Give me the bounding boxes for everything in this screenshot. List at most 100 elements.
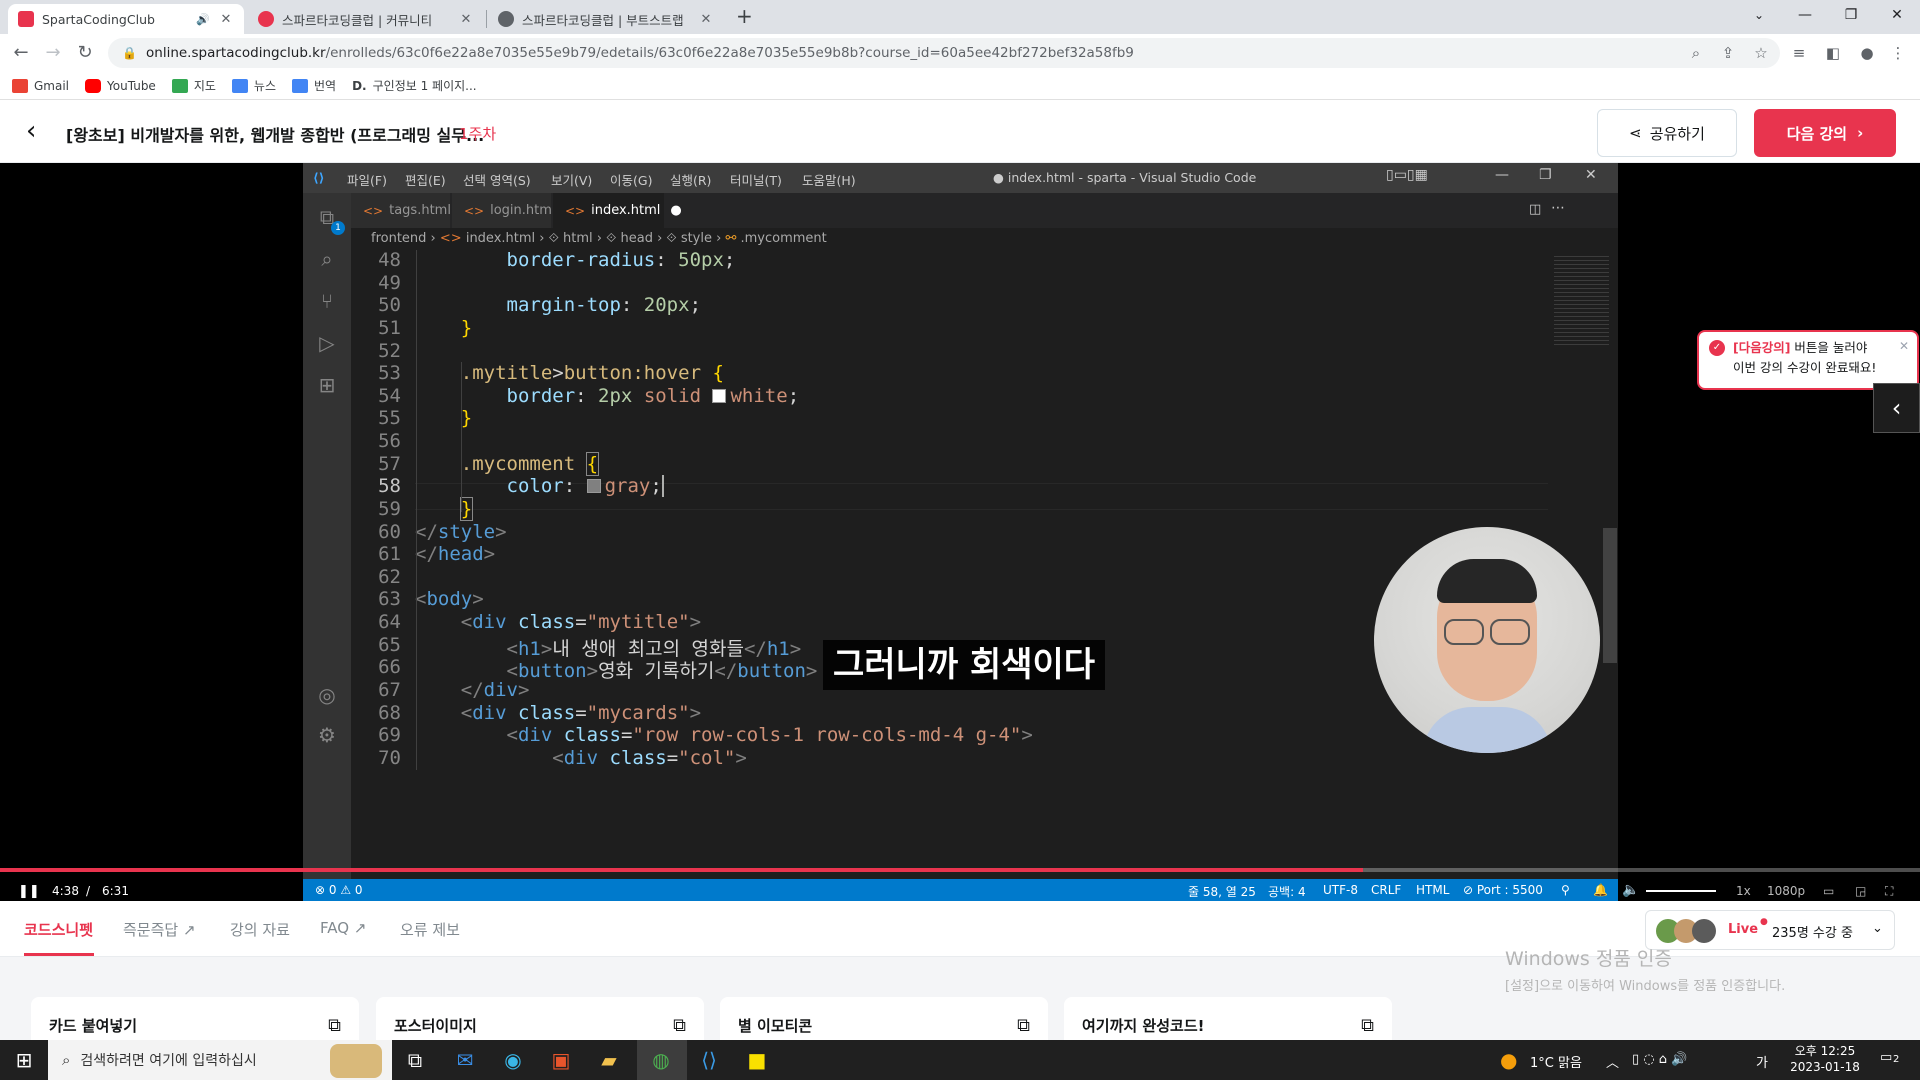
search-icon: ⌕ — [62, 1051, 71, 1069]
code-line: } — [459, 497, 474, 521]
bookmark-maps[interactable]: 지도 — [171, 77, 216, 94]
side-panel-icon[interactable]: ◧ — [1823, 43, 1843, 63]
tab-materials[interactable]: 강의 자료 — [230, 919, 290, 940]
mail-icon[interactable]: ✉ — [450, 1046, 480, 1074]
close-tab-icon[interactable]: ✕ — [458, 12, 474, 27]
viewer-avatars — [1656, 919, 1722, 943]
clock[interactable]: 오후 12:25 2023-01-18 — [1785, 1043, 1865, 1075]
color-swatch-white — [712, 389, 727, 403]
tab-qna[interactable]: 즉문즉답 ↗ — [123, 919, 196, 940]
address-bar[interactable]: 🔒 online.spartacodingclub.kr/enrolleds/6… — [108, 38, 1780, 68]
browser-tab-community[interactable]: 스파르타코딩클럽 | 커뮤니티 ✕ — [248, 4, 484, 34]
taskbar-search-box[interactable]: ⌕ 검색하려면 여기에 입력하십시 — [48, 1040, 392, 1080]
show-hidden-icons-icon[interactable]: ︿ — [1606, 1052, 1619, 1071]
close-tooltip-icon[interactable]: ✕ — [1899, 336, 1909, 356]
next-lecture-button[interactable]: 다음 강의 › — [1754, 109, 1896, 157]
tab-report-error[interactable]: 오류 제보 — [400, 919, 460, 940]
copy-icon[interactable]: ⧉ — [1017, 1015, 1030, 1036]
editor-tab-index: <> index.html ● — [553, 193, 682, 228]
code-line: color: gray; — [506, 475, 664, 497]
tray-status-icons[interactable]: ▯ ◌ ⌂ 🔊 — [1632, 1052, 1687, 1067]
task-view-icon[interactable]: ⧉ — [400, 1046, 430, 1074]
copy-icon[interactable]: ⧉ — [1361, 1015, 1374, 1036]
copy-icon[interactable]: ⧉ — [328, 1015, 341, 1036]
video-player[interactable]: ⟨⟩ 파일(F) 편집(E) 선택 영역(S) 보기(V) 이동(G) 실행(R… — [0, 163, 1920, 901]
bookmark-translate[interactable]: 번역 — [292, 77, 336, 94]
code-line: } — [460, 407, 473, 429]
share-page-icon[interactable]: ⇪ — [1718, 43, 1738, 63]
snippet-card[interactable]: 여기까지 완성코드! ⧉ — [1064, 997, 1392, 1041]
picture-in-picture-icon[interactable]: ◲ — [1855, 884, 1866, 898]
tag-icon: ⟐ — [666, 231, 677, 246]
snippet-card[interactable]: 별 이모티콘 ⧉ — [720, 997, 1048, 1041]
code-line: </head> — [415, 543, 496, 565]
browser-tab-spartacodingclub[interactable]: SpartaCodingClub 🔊 ✕ — [8, 4, 244, 34]
line-number: 67 — [378, 679, 401, 701]
browser-tab-bootstrap[interactable]: 스파르타코딩클럽 | 부트스트랩 ✕ — [488, 4, 724, 34]
fullscreen-icon[interactable]: ⛶ — [1885, 884, 1893, 899]
edge-icon[interactable]: ◉ — [498, 1046, 528, 1074]
line-number: 68 — [378, 702, 401, 724]
vscode-activity-bar: ⧉ 1 ⌕ ⑂ ▷ ⊞ ◎ ⚙ — [303, 193, 351, 901]
video-quality[interactable]: 1080p — [1767, 884, 1805, 898]
tab-code-snippets[interactable]: 코드스니펫 — [24, 919, 93, 940]
back-arrow-icon[interactable]: ← — [9, 42, 33, 66]
breadcrumb-item: style — [680, 231, 712, 246]
bookmark-news[interactable]: 뉴스 — [231, 77, 276, 94]
settings-gear-icon: ⚙ — [318, 723, 336, 747]
live-label: Live — [1728, 922, 1759, 937]
line-number: 53 — [378, 362, 401, 384]
kakaotalk-icon[interactable]: ■ — [742, 1046, 772, 1074]
close-tab-icon[interactable]: ✕ — [218, 12, 234, 27]
copy-icon[interactable]: ⧉ — [673, 1015, 686, 1036]
next-lecture-tooltip: ✓ ✕ [다음강의] 버튼을 눌러야 이번 강의 수강이 완료돼요! — [1697, 330, 1919, 390]
bookmark-youtube[interactable]: YouTube — [85, 78, 156, 93]
pause-icon[interactable]: ❚❚ — [18, 884, 40, 899]
forward-arrow-icon[interactable]: → — [41, 42, 65, 66]
menu-run: 실행(R) — [670, 173, 712, 188]
file-explorer-icon[interactable]: ▰ — [594, 1046, 624, 1074]
notification-icon[interactable]: ▭ — [1880, 1050, 1892, 1065]
chrome-icon[interactable]: ◍ — [646, 1046, 676, 1074]
profile-avatar-icon[interactable]: ● — [1857, 43, 1877, 63]
url-host: online.spartacodingclub.kr — [146, 45, 326, 61]
back-chevron-icon[interactable]: ‹ — [26, 117, 36, 145]
minimize-window-button[interactable]: — — [1782, 0, 1828, 30]
close-tab-icon[interactable]: ✕ — [698, 12, 714, 27]
line-number: 60 — [378, 521, 401, 543]
snippet-title: 여기까지 완성코드! — [1082, 1017, 1205, 1035]
ime-icon[interactable]: 가 — [1756, 1052, 1768, 1071]
captions-icon[interactable]: ▭ — [1823, 884, 1834, 898]
playback-speed[interactable]: 1x — [1736, 884, 1751, 898]
windows-start-icon[interactable]: ⊞ — [9, 1046, 39, 1074]
volume-icon[interactable]: 🔈 — [1622, 882, 1639, 898]
tab-search-icon[interactable]: ⌄ — [1736, 0, 1782, 30]
snippet-card[interactable]: 카드 붙여넣기 ⧉ — [31, 997, 359, 1041]
bookmark-star-icon[interactable]: ☆ — [1751, 43, 1771, 63]
share-button[interactable]: ⋖ 공유하기 — [1597, 109, 1737, 157]
office-icon[interactable]: ▣ — [546, 1046, 576, 1074]
zoom-search-icon[interactable]: ⌕ — [1686, 43, 1706, 63]
close-window-button[interactable]: ✕ — [1874, 0, 1920, 30]
volume-slider[interactable] — [1646, 890, 1716, 892]
snippet-card[interactable]: 포스터이미지 ⧉ — [376, 997, 704, 1041]
reading-list-icon[interactable]: ≡ — [1789, 43, 1809, 63]
bookmark-jobs[interactable]: D. 구인정보 1 페이지... — [352, 77, 477, 94]
breadcrumb: frontend › <> index.html › ⟐ html › ⟐ he… — [351, 228, 1618, 250]
code-line: .mycomment { — [460, 452, 600, 476]
code-line: <div class="col"> — [552, 747, 747, 769]
bookmark-gmail[interactable]: Gmail — [12, 78, 69, 93]
new-tab-button[interactable]: + — [736, 4, 753, 28]
code-line: margin-top: 20px; — [506, 294, 702, 316]
tab-faq[interactable]: FAQ ↗ — [320, 919, 366, 937]
restore-window-button[interactable]: ❐ — [1828, 0, 1874, 30]
code-line: <body> — [415, 588, 484, 610]
side-panel-toggle[interactable]: ‹ — [1873, 383, 1920, 433]
speaker-icon[interactable]: 🔊 — [196, 13, 210, 26]
line-number: 48 — [378, 249, 401, 271]
reload-icon[interactable]: ↻ — [73, 42, 97, 66]
vscode-icon[interactable]: ⟨⟩ — [694, 1046, 724, 1074]
chrome-menu-icon[interactable]: ⋮ — [1888, 43, 1908, 63]
run-debug-icon: ▷ — [319, 331, 335, 355]
line-number: 51 — [378, 317, 401, 339]
